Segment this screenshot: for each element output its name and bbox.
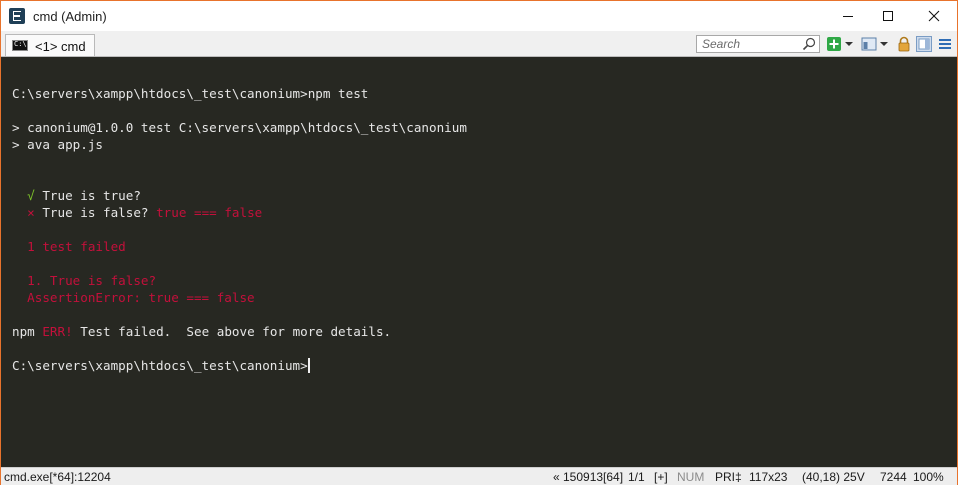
console-text: > ava app.js bbox=[12, 137, 103, 152]
console-text: > canonium@1.0.0 test C:\servers\xampp\h… bbox=[12, 120, 467, 135]
panel-icon[interactable] bbox=[916, 36, 932, 52]
search-icon[interactable] bbox=[802, 37, 816, 51]
chevron-down-icon[interactable] bbox=[844, 36, 854, 52]
tab-label: <1> cmd bbox=[35, 39, 86, 54]
conemu-app-icon[interactable] bbox=[9, 8, 25, 24]
status-size[interactable]: 117x23 bbox=[749, 470, 787, 484]
chevron-down-icon[interactable] bbox=[879, 36, 889, 52]
console-text: ERR! bbox=[42, 324, 73, 339]
console-line: √ True is true? bbox=[12, 187, 141, 204]
console-line: 1. True is false? bbox=[12, 272, 156, 289]
lock-icon[interactable] bbox=[896, 36, 912, 52]
console-line: > ava app.js bbox=[12, 136, 103, 153]
console-text: 1 test failed bbox=[12, 239, 126, 254]
status-zoom[interactable]: 100% bbox=[913, 470, 944, 484]
console-line: × True is false? true === false bbox=[12, 204, 262, 221]
console-line: > canonium@1.0.0 test C:\servers\xampp\h… bbox=[12, 119, 467, 136]
status-pri[interactable]: PRI‡ bbox=[715, 470, 742, 484]
window-title: cmd (Admin) bbox=[33, 9, 107, 24]
console-text: AssertionError: true === false bbox=[12, 290, 255, 305]
status-num[interactable]: NUM bbox=[677, 470, 704, 484]
status-cursor-pos[interactable]: (40,18) 25V bbox=[802, 470, 865, 484]
status-pid[interactable]: 7244 bbox=[880, 470, 907, 484]
console-line: npm ERR! Test failed. See above for more… bbox=[12, 323, 391, 340]
text-cursor bbox=[307, 358, 310, 373]
console-text: √ bbox=[27, 188, 35, 203]
console-line: 1 test failed bbox=[12, 238, 126, 255]
terminal-window: cmd (Admin) <1> cmd bbox=[0, 0, 958, 485]
close-button[interactable] bbox=[911, 1, 957, 31]
console-text: 1. True is false? bbox=[12, 273, 157, 288]
add-console-icon[interactable] bbox=[826, 36, 842, 52]
search-box[interactable] bbox=[696, 35, 820, 53]
console-text: True is false? bbox=[34, 205, 157, 220]
search-input[interactable] bbox=[697, 36, 806, 52]
status-process[interactable]: cmd.exe[*64]:12204 bbox=[4, 470, 111, 484]
console-output[interactable]: C:\servers\xampp\htdocs\_test\canonium> n… bbox=[1, 57, 957, 467]
menu-icon[interactable] bbox=[937, 36, 953, 52]
cmd-icon bbox=[12, 40, 28, 51]
status-bar: cmd.exe[*64]:12204 « 150913[64] 1/1 [+] … bbox=[1, 467, 957, 485]
console-text: C:\servers\xampp\htdocs\_test\canonium>n… bbox=[12, 86, 369, 101]
console-text: True is true? bbox=[34, 188, 141, 203]
minimize-icon bbox=[843, 16, 853, 17]
console-prompt-line: C:\servers\xampp\htdocs\_test\canonium> bbox=[12, 357, 310, 374]
view-icon[interactable] bbox=[861, 36, 877, 52]
console-text: true === false bbox=[156, 205, 263, 220]
console-line: C:\servers\xampp\htdocs\_test\canonium>n… bbox=[12, 85, 368, 102]
console-text: npm bbox=[12, 324, 43, 339]
close-icon bbox=[928, 10, 940, 22]
status-plus[interactable]: [+] bbox=[654, 470, 668, 484]
tab-bar: <1> cmd bbox=[1, 31, 957, 57]
console-text: × bbox=[27, 205, 35, 220]
tab-cmd[interactable]: <1> cmd bbox=[5, 34, 95, 56]
title-bar[interactable]: cmd (Admin) bbox=[1, 1, 957, 31]
console-text: Test failed. See above for more details. bbox=[72, 324, 392, 339]
status-buffer[interactable]: « 150913[64] bbox=[553, 470, 623, 484]
console-line: AssertionError: true === false bbox=[12, 289, 255, 306]
maximize-icon bbox=[883, 11, 893, 21]
console-text: C:\servers\xampp\htdocs\_test\canonium> bbox=[12, 358, 308, 373]
maximize-button[interactable] bbox=[865, 1, 911, 31]
status-console-index[interactable]: 1/1 bbox=[628, 470, 645, 484]
